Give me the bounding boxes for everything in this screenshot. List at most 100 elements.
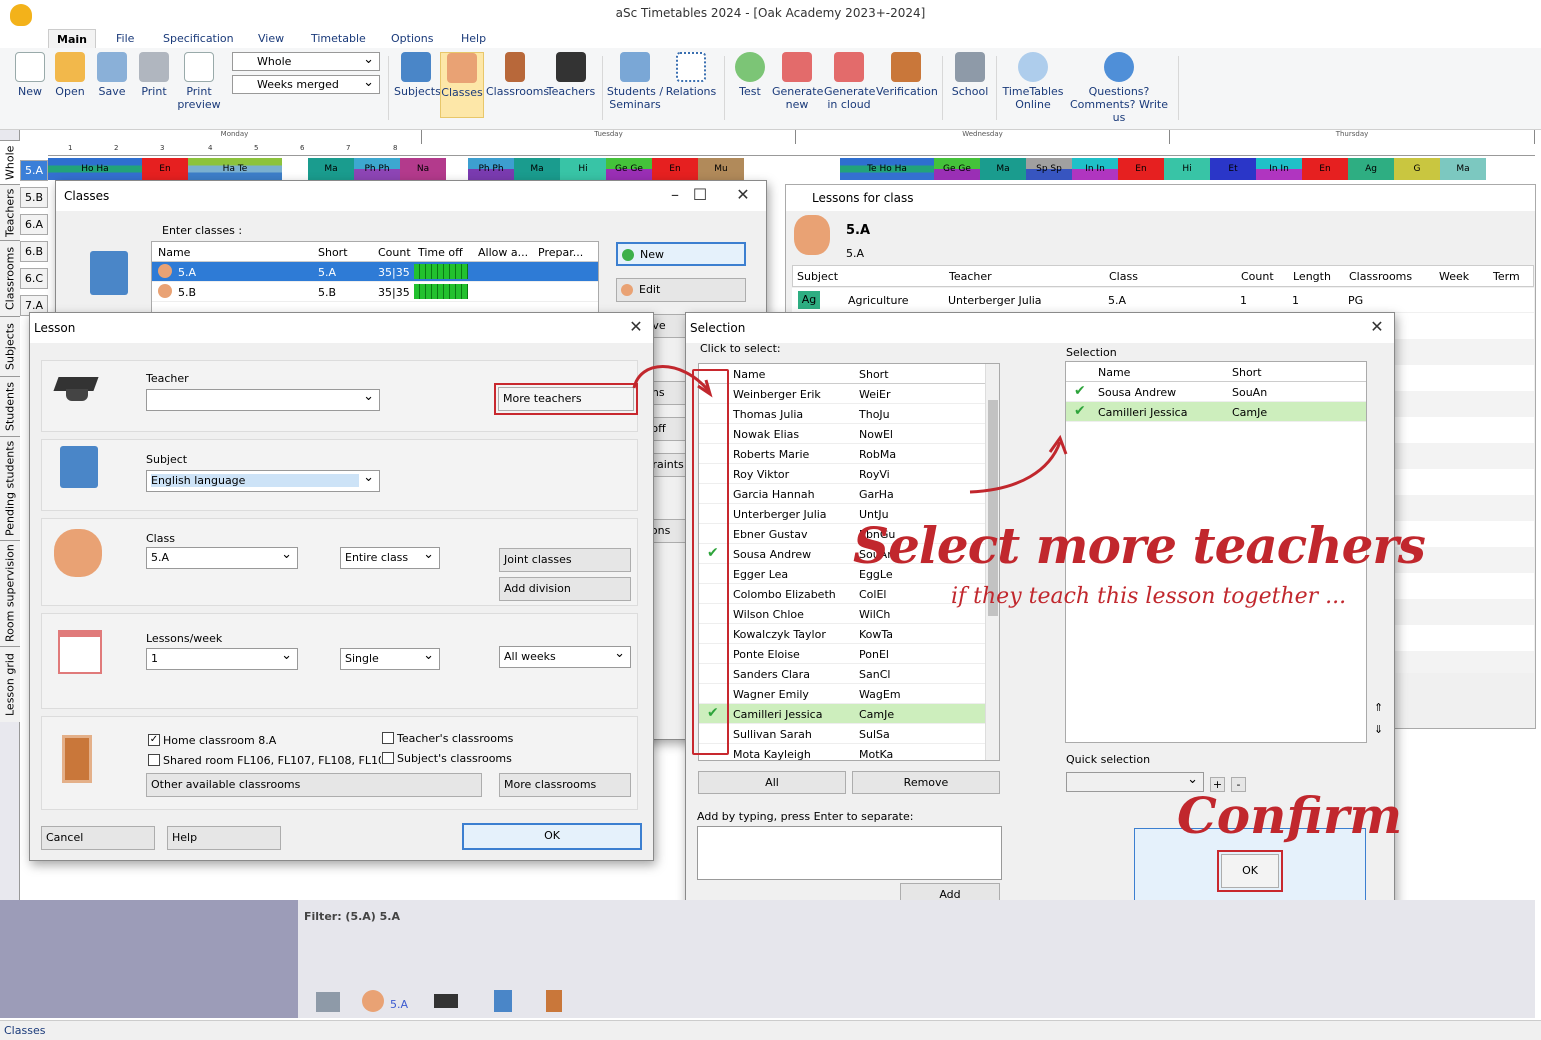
close-button[interactable]: ✕: [732, 185, 754, 207]
table-row[interactable]: 5.A 5.A 35|35: [152, 262, 598, 282]
open-button[interactable]: Open: [48, 52, 92, 98]
subjects-button[interactable]: Subjects: [394, 52, 441, 98]
minimize-button[interactable]: –: [664, 185, 686, 207]
grid-row-label[interactable]: 6.B: [20, 241, 48, 262]
lesson-cell[interactable]: Ge Ge: [934, 158, 980, 180]
more-teachers-button[interactable]: More teachers: [498, 387, 634, 411]
col-short[interactable]: Short: [318, 246, 348, 259]
side-tab-lesson-grid[interactable]: Lesson grid: [0, 646, 20, 722]
view-mode-select[interactable]: Whole: [232, 52, 380, 71]
tab-main[interactable]: Main: [48, 29, 96, 48]
list-item[interactable]: ✔ Camilleri Jessica CamJe: [699, 704, 999, 724]
move-down-icon[interactable]: ⇓: [1374, 723, 1383, 736]
col-class[interactable]: Class: [1109, 270, 1138, 283]
relations-button[interactable]: Relations: [664, 52, 718, 98]
col-length[interactable]: Length: [1293, 270, 1331, 283]
tab-help[interactable]: Help: [453, 29, 494, 48]
lesson-cell[interactable]: Ag: [1348, 158, 1394, 180]
lesson-cell[interactable]: [744, 158, 792, 180]
lesson-cell[interactable]: Et: [1210, 158, 1256, 180]
school-button[interactable]: School: [948, 52, 992, 98]
teachers-button[interactable]: Teachers: [546, 52, 596, 98]
selected-row[interactable]: ✔ Camilleri Jessica CamJe: [1066, 402, 1366, 422]
book-icon[interactable]: [494, 990, 512, 1012]
col-allow[interactable]: Allow a...: [478, 246, 528, 259]
list-item[interactable]: Mota Kayleigh MotKa: [699, 744, 999, 760]
close-button[interactable]: ✕: [1366, 317, 1388, 339]
group-select[interactable]: Entire class: [340, 547, 440, 569]
graduation-cap-icon[interactable]: [434, 994, 458, 1008]
questions-comments-button[interactable]: Questions? Comments? Write us: [1066, 52, 1172, 124]
add-by-typing-input[interactable]: [697, 826, 1002, 880]
lesson-cell[interactable]: Mu: [698, 158, 744, 180]
table-row[interactable]: 5.B 5.B 35|35: [152, 282, 598, 302]
lesson-cell[interactable]: Ha Te: [188, 158, 282, 180]
weeks-select[interactable]: All weeks: [499, 646, 631, 668]
students-seminars-button[interactable]: Students / Seminars: [606, 52, 664, 111]
grid-row-label[interactable]: 6.A: [20, 214, 48, 235]
classrooms-button[interactable]: Classrooms: [486, 52, 549, 98]
col-subject[interactable]: Subject: [797, 270, 838, 283]
col-time-off[interactable]: Time off: [418, 246, 463, 259]
print-preview-button[interactable]: Print preview: [176, 52, 222, 111]
lesson-cell[interactable]: En: [1302, 158, 1348, 180]
help-button[interactable]: Help: [167, 826, 281, 850]
classes-button[interactable]: Classes: [440, 52, 484, 118]
list-item[interactable]: Sullivan Sarah SulSa: [699, 724, 999, 744]
col-name[interactable]: Name: [158, 246, 190, 259]
new-button[interactable]: New: [8, 52, 52, 98]
list-item[interactable]: Ponte Eloise PonEl: [699, 644, 999, 664]
cancel-button[interactable]: Cancel: [41, 826, 155, 850]
list-item[interactable]: Kowalczyk Taylor KowTa: [699, 624, 999, 644]
print-button[interactable]: Print: [132, 52, 176, 98]
tab-specification[interactable]: Specification: [155, 29, 242, 48]
edit-class-button[interactable]: Edit: [616, 278, 746, 302]
col-count[interactable]: Count: [1241, 270, 1274, 283]
table-row[interactable]: Ag Agriculture Unterberger Julia 5.A 1 1…: [792, 288, 1534, 312]
col-count[interactable]: Count: [378, 246, 411, 259]
length-select[interactable]: Single: [340, 648, 440, 670]
side-tab-students[interactable]: Students: [0, 376, 20, 436]
joint-classes-button[interactable]: Joint classes: [499, 548, 631, 572]
generate-new-button[interactable]: Generate new: [772, 52, 823, 111]
home-classroom-checkbox[interactable]: ✓: [148, 734, 160, 746]
col-classrooms[interactable]: Classrooms: [1349, 270, 1412, 283]
timetables-online-button[interactable]: TimeTables Online: [1000, 52, 1066, 111]
side-tab-subjects[interactable]: Subjects: [0, 316, 20, 376]
teacher-select[interactable]: [146, 389, 380, 411]
maximize-button[interactable]: ☐: [689, 185, 711, 207]
selection-ok-button[interactable]: OK: [1221, 854, 1279, 888]
lesson-cell[interactable]: Ma: [308, 158, 354, 180]
close-button[interactable]: ✕: [625, 317, 647, 339]
lesson-cell[interactable]: Hi: [560, 158, 606, 180]
side-tab-classrooms[interactable]: Classrooms: [0, 240, 20, 316]
lesson-cell[interactable]: G: [1394, 158, 1440, 180]
col-short[interactable]: Short: [1232, 366, 1262, 379]
move-up-icon[interactable]: ⇑: [1374, 701, 1383, 714]
lesson-cell[interactable]: Hi: [1164, 158, 1210, 180]
col-week[interactable]: Week: [1439, 270, 1469, 283]
selected-row[interactable]: ✔ Sousa Andrew SouAn: [1066, 382, 1366, 402]
side-tab-teachers[interactable]: Teachers: [0, 184, 20, 240]
door-icon[interactable]: [546, 990, 562, 1012]
col-name[interactable]: Name: [1098, 366, 1130, 379]
filter-class-tag[interactable]: 5.A: [390, 998, 408, 1011]
lessons-week-select[interactable]: 1: [146, 648, 298, 670]
grid-row-label[interactable]: 5.B: [20, 187, 48, 208]
lesson-cell[interactable]: Ho Ha: [48, 158, 142, 180]
lesson-cell[interactable]: Sp Sp: [1026, 158, 1072, 180]
add-division-button[interactable]: Add division: [499, 577, 631, 601]
test-button[interactable]: Test: [728, 52, 772, 98]
subjects-classrooms-checkbox[interactable]: [382, 752, 394, 764]
class-select[interactable]: 5.A: [146, 547, 298, 569]
side-tab-pending-students[interactable]: Pending students: [0, 436, 20, 540]
col-prepare[interactable]: Prepar...: [538, 246, 583, 259]
col-term[interactable]: Term: [1493, 270, 1520, 283]
tab-file[interactable]: File: [108, 29, 142, 48]
lesson-cell[interactable]: In In: [1072, 158, 1118, 180]
lesson-cell[interactable]: Ph Ph: [354, 158, 400, 180]
verification-button[interactable]: Verification: [876, 52, 938, 98]
lesson-cell[interactable]: Ge Ge: [606, 158, 652, 180]
subject-select[interactable]: English language: [146, 470, 380, 492]
tab-view[interactable]: View: [250, 29, 292, 48]
